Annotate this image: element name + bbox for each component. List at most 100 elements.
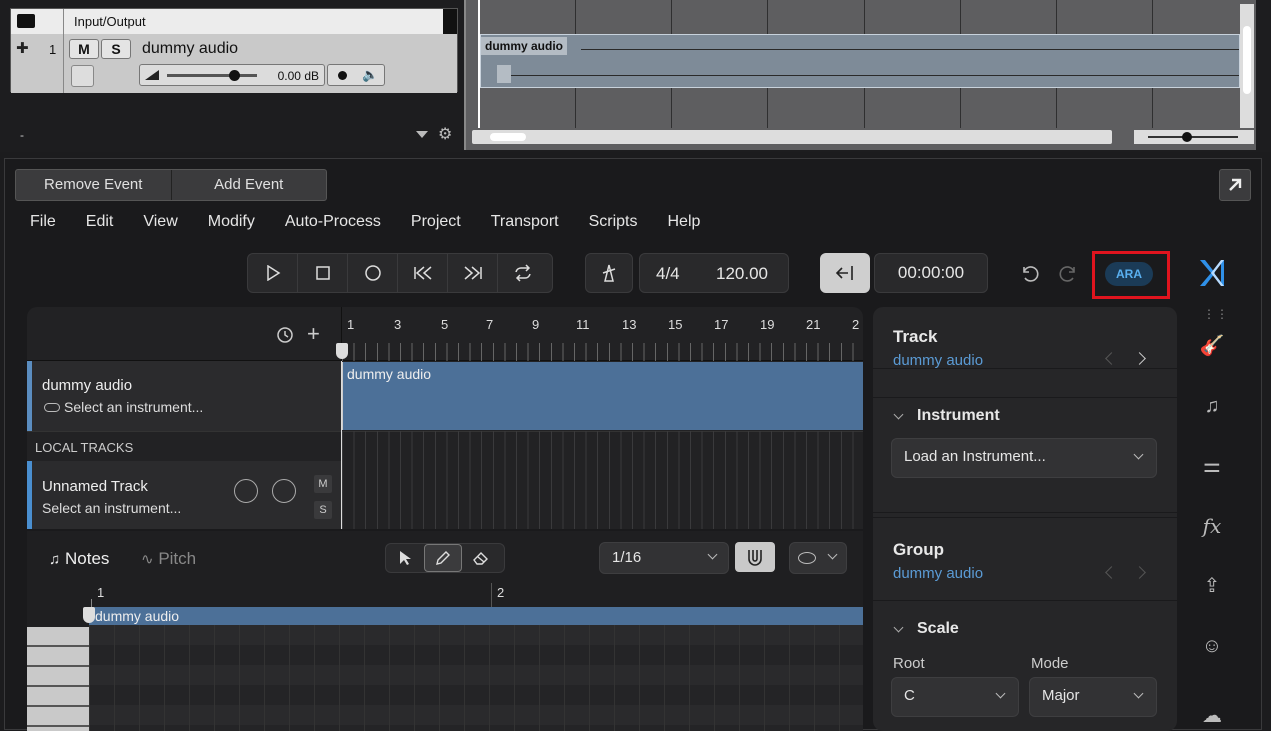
- volume-slider-thumb[interactable]: [229, 70, 240, 81]
- volume-knob[interactable]: [234, 479, 258, 503]
- fast-forward-button[interactable]: [448, 254, 498, 292]
- fade-handle-icon[interactable]: [497, 65, 511, 83]
- clock-history-icon[interactable]: [275, 325, 295, 345]
- host-zoom-control[interactable]: [1134, 130, 1254, 144]
- note-grid[interactable]: [89, 625, 863, 731]
- music-notes-icon[interactable]: ♫: [1197, 391, 1227, 421]
- arranger-clip-dummy-audio[interactable]: dummy audio: [342, 362, 863, 430]
- note-editor: ♫ Notes ∿ Pitch 1/16 1 2 dummy audio: [27, 531, 863, 731]
- local-mute-button[interactable]: M: [314, 475, 332, 493]
- chevron-down-icon[interactable]: [893, 409, 904, 420]
- menu-project[interactable]: Project: [396, 203, 476, 239]
- pan-knob[interactable]: [272, 479, 296, 503]
- zoom-thumb[interactable]: [1182, 132, 1192, 142]
- local-track-name[interactable]: Unnamed Track: [42, 478, 148, 495]
- snap-magnet-button[interactable]: [735, 542, 775, 572]
- host-horizontal-scrollbar[interactable]: [472, 130, 1112, 144]
- menu-scripts[interactable]: Scripts: [574, 203, 653, 239]
- export-upload-icon[interactable]: ⇪: [1197, 571, 1227, 601]
- add-event-button[interactable]: Add Event: [172, 170, 327, 200]
- host-volume-strip[interactable]: 0.00 dB: [139, 64, 325, 86]
- local-solo-button[interactable]: S: [314, 501, 332, 519]
- edit-tool-group: [385, 543, 505, 573]
- load-instrument-label: Load an Instrument...: [904, 448, 1046, 465]
- grid-resolution-dropdown[interactable]: 1/16: [599, 542, 729, 574]
- playhead-marker[interactable]: [336, 343, 348, 359]
- group-section-title: Group: [893, 540, 944, 559]
- host-timeline[interactable]: dummy audio: [464, 0, 1256, 150]
- previous-group-icon[interactable]: [1105, 566, 1118, 579]
- rewind-button[interactable]: [398, 254, 448, 292]
- host-mute-button[interactable]: M: [69, 39, 99, 59]
- editor-playhead-marker[interactable]: [83, 607, 95, 623]
- menu-edit[interactable]: Edit: [71, 203, 129, 239]
- eraser-tool-button[interactable]: [462, 544, 500, 572]
- piano-keys[interactable]: [27, 627, 89, 731]
- host-record-arm-box[interactable]: [71, 65, 94, 87]
- loop-button[interactable]: [498, 254, 548, 292]
- cloud-sync-icon[interactable]: ☁: [1197, 701, 1227, 731]
- menu-file[interactable]: File: [15, 203, 71, 239]
- next-track-icon[interactable]: [1133, 352, 1146, 365]
- load-instrument-dropdown[interactable]: Load an Instrument...: [891, 438, 1157, 478]
- host-audio-clip[interactable]: dummy audio: [480, 34, 1240, 88]
- menu-modify[interactable]: Modify: [193, 203, 270, 239]
- dropdown-triangle-icon[interactable]: [416, 131, 428, 138]
- notes-tab[interactable]: ♫ Notes: [49, 549, 109, 569]
- pitch-tab[interactable]: ∿ Pitch: [141, 549, 196, 569]
- robot-icon[interactable]: ☺: [1197, 631, 1227, 661]
- mixer-sliders-icon[interactable]: ⚌: [1197, 451, 1227, 481]
- ara-badge[interactable]: ARA: [1105, 262, 1153, 286]
- play-button[interactable]: [248, 254, 298, 292]
- track-header-dummy-audio[interactable]: dummy audio Select an instrument...: [27, 361, 341, 431]
- menu-auto-process[interactable]: Auto-Process: [270, 203, 396, 239]
- menu-view[interactable]: View: [128, 203, 192, 239]
- track-instrument[interactable]: Select an instrument...: [64, 399, 203, 415]
- drag-handle-icon[interactable]: ⋮⋮: [1203, 307, 1229, 321]
- track-name[interactable]: dummy audio: [42, 377, 132, 394]
- host-monitor-buttons[interactable]: 🔈: [327, 64, 385, 86]
- pointer-tool-button[interactable]: [386, 544, 424, 572]
- tempo-display[interactable]: 4/4 120.00: [639, 253, 789, 293]
- host-solo-button[interactable]: S: [101, 39, 131, 59]
- host-track-row[interactable]: ✚ 1 M S dummy audio 0.00 dB 🔈: [11, 34, 457, 93]
- scale-section-title[interactable]: Scale: [917, 620, 959, 638]
- pencil-tool-button[interactable]: [424, 544, 462, 572]
- input-output-row[interactable]: Input/Output: [11, 9, 457, 93]
- fx-icon[interactable]: fx: [1197, 511, 1227, 541]
- redo-icon[interactable]: [1059, 263, 1079, 283]
- menu-transport[interactable]: Transport: [476, 203, 574, 239]
- local-track-instrument[interactable]: Select an instrument...: [42, 500, 181, 516]
- add-track-icon[interactable]: +: [307, 321, 320, 347]
- expand-button[interactable]: [1219, 169, 1251, 201]
- undo-icon[interactable]: [1019, 263, 1039, 283]
- next-group-icon[interactable]: [1133, 566, 1146, 579]
- mode-dropdown[interactable]: Major: [1029, 677, 1157, 717]
- menu-help[interactable]: Help: [653, 203, 716, 239]
- root-dropdown[interactable]: C: [891, 677, 1019, 717]
- record-button[interactable]: [348, 254, 398, 292]
- speaker-icon[interactable]: 🔈: [362, 67, 378, 83]
- local-grid-area[interactable]: [342, 431, 863, 529]
- track-section: Track dummy audio: [873, 307, 1177, 369]
- remove-event-button[interactable]: Remove Event: [16, 170, 172, 200]
- visibility-dropdown[interactable]: [789, 542, 847, 574]
- instrument-section-title[interactable]: Instrument: [917, 407, 1000, 425]
- host-vertical-scrollbar[interactable]: [1240, 4, 1254, 128]
- instrument-guitar-icon[interactable]: 🎸: [1197, 331, 1227, 361]
- metronome-button[interactable]: [585, 253, 633, 293]
- record-dot-icon[interactable]: [338, 71, 347, 80]
- editor-clip-bar[interactable]: dummy audio: [89, 607, 863, 625]
- time-signature[interactable]: 4/4: [656, 264, 680, 284]
- ruler-tick-label: 7: [486, 317, 494, 332]
- gear-icon[interactable]: ⚙: [438, 124, 452, 144]
- arranger-ruler[interactable]: 1 3 5 7 9 11 13 15 17 19 21 2: [336, 307, 863, 361]
- chevron-down-icon[interactable]: [893, 622, 904, 633]
- host-track-name[interactable]: dummy audio: [142, 40, 238, 58]
- stop-button[interactable]: [298, 254, 348, 292]
- return-to-start-button[interactable]: [820, 253, 870, 293]
- track-header-unnamed[interactable]: Unnamed Track Select an instrument... M …: [27, 461, 341, 529]
- previous-track-icon[interactable]: [1105, 352, 1118, 365]
- time-display[interactable]: 00:00:00: [874, 253, 988, 293]
- tempo-value[interactable]: 120.00: [716, 264, 768, 284]
